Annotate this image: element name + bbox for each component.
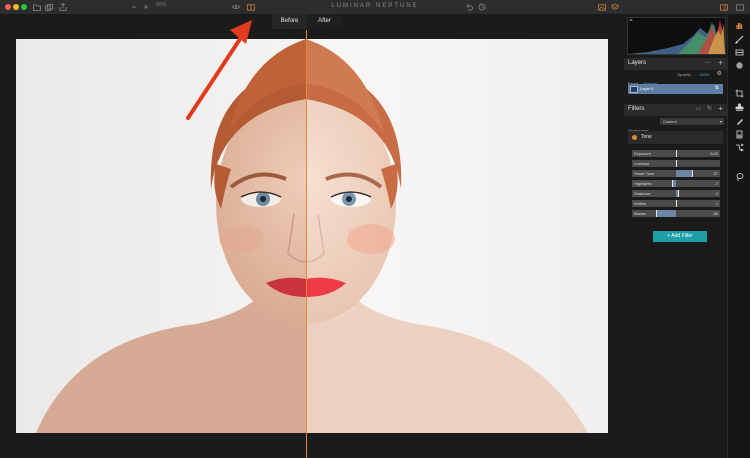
crop-tool-icon[interactable] [735,89,744,98]
tone-filter-header[interactable]: Tone [628,131,723,144]
portrait-photo[interactable] [16,39,608,433]
gradient-tool-icon[interactable] [735,48,744,57]
before-after-tabs: Before After [272,14,342,29]
panel-toggle-icon[interactable] [720,3,728,11]
history-icon[interactable] [478,3,486,11]
slider-handle[interactable] [676,150,677,157]
slider-blacks[interactable]: Blacks -46 [632,210,720,217]
slider-smart-tone[interactable]: Smart Tone 37 [632,170,720,177]
layer-row[interactable]: Layer 0 ⇅ [628,84,723,94]
filters-title: Filters [628,106,645,112]
hand-tool-icon[interactable] [735,21,744,30]
app-title: LUMINAR NEPTUNE [331,3,419,9]
layer-adjust-icon[interactable]: ⇅ [715,85,719,91]
slider-label: Contrast [634,161,650,166]
add-filter-button[interactable]: + Add Filter [653,231,707,242]
image-browser-icon[interactable] [598,3,606,11]
layers-stack-icon[interactable] [611,3,619,11]
slider-handle[interactable] [676,160,677,167]
slider-value: 0.00 [710,151,718,156]
slider-highlights[interactable]: Highlights -7 [632,180,720,187]
slider-fill [676,170,692,177]
workspace-dropdown[interactable]: Custom ▾ [660,118,724,125]
histogram [627,17,726,55]
undo-icon[interactable] [465,3,473,11]
erase-tool-icon[interactable] [735,117,744,126]
slider-shadows[interactable]: Shadows 4 [632,190,720,197]
tone-filter-title: Tone [641,134,652,140]
add-layer-icon[interactable]: + [718,58,723,67]
tab-before[interactable]: Before [272,14,307,29]
slider-whites[interactable]: Whites 1 [632,200,720,207]
layer-settings-icon[interactable]: ⚙ [717,70,722,77]
brush-tool-icon[interactable] [735,35,744,44]
slider-label: Smart Tone [634,171,655,176]
slider-handle[interactable] [655,210,657,217]
right-panel: Layers ⋯ + Blend: Normal Opacity: 100% ⚙… [624,15,727,458]
layers-menu-icon[interactable]: ⋯ [704,59,711,67]
slider-fill [655,210,676,217]
transform-tool-icon[interactable] [735,143,744,152]
filter-toggle-icon[interactable] [632,135,637,140]
layer-name: Layer 0 [640,86,654,91]
clone-stamp-icon[interactable] [735,103,744,112]
gradient-mask-icon[interactable] [735,130,744,139]
slider-value: -46 [712,211,718,216]
compare-split-line[interactable] [306,30,307,458]
layers-title: Layers [628,60,647,66]
lasso-tool-icon[interactable] [735,172,744,181]
slider-exposure[interactable]: Exposure 0.00 [632,150,720,157]
slider-label: Shadows [634,191,651,196]
workspace-row: Workspace: Custom ▾ [628,118,724,133]
reset-filters-icon[interactable]: ↻ [707,105,712,112]
slider-handle[interactable] [676,200,678,207]
opacity-label: Opacity: [677,72,692,77]
filters-header: Filters ▭ ↻ + [624,104,727,116]
radial-mask-icon[interactable] [735,61,744,70]
slider-label: Exposure [634,151,651,156]
annotation-arrow [186,20,252,120]
tool-strip [727,15,750,458]
layer-thumbnail [630,86,638,93]
slider-value: 4 [715,191,718,196]
save-preset-icon[interactable]: ▭ [695,105,701,112]
slider-label: Highlights [634,181,652,186]
add-filter-label: Add Filter [671,233,693,239]
tab-after[interactable]: After [307,14,342,29]
layers-header: Layers ⋯ + [624,58,727,70]
add-filter-icon[interactable]: + [718,104,723,113]
slider-label: Whites [634,201,647,206]
layer-properties: Blend: Normal Opacity: 100% ⚙ [628,70,723,86]
slider-label: Blacks [634,211,646,216]
slider-handle[interactable] [691,170,693,177]
slider-handle[interactable] [677,190,679,197]
slider-value: -7 [714,181,718,186]
slider-handle[interactable] [672,180,674,187]
slider-value: 1 [715,201,718,206]
chevron-down-icon: ▾ [719,119,722,124]
slider-contrast[interactable]: Contrast [632,160,720,167]
workspace-value: Custom [663,119,677,124]
opacity-value[interactable]: 100% [699,72,709,77]
fullscreen-icon[interactable] [736,3,744,11]
title-bar: 56% LUMINAR NEPTUNE [0,0,750,15]
slider-value: 37 [713,171,718,176]
